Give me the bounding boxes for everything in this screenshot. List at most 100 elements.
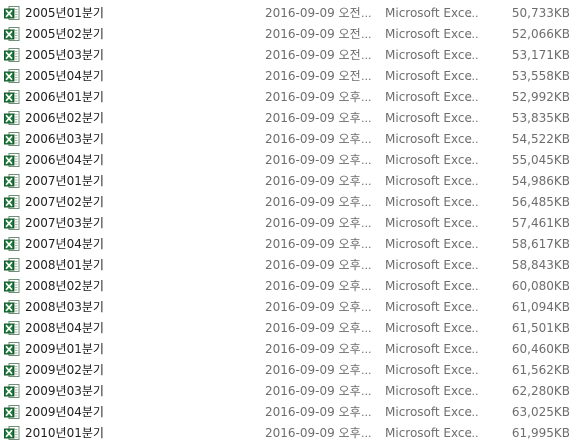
- file-row[interactable]: 2010년01분기 2016-09-09 오후 ... Microsoft Ex…: [0, 423, 574, 444]
- excel-file-icon: [4, 257, 20, 273]
- excel-file-icon: [4, 26, 20, 42]
- excel-file-icon: [4, 152, 20, 168]
- file-type: Microsoft Excel: [385, 195, 473, 209]
- file-row[interactable]: 2009년02분기 2016-09-09 오후 ... Microsoft Ex…: [0, 360, 574, 381]
- type-truncation-ellipsis: ...: [468, 217, 479, 230]
- date-truncation-ellipsis: ...: [361, 7, 372, 20]
- type-truncation-ellipsis: ...: [468, 175, 479, 188]
- file-name: 2009년03분기: [25, 384, 104, 398]
- file-row[interactable]: 2009년01분기 2016-09-09 오후 ... Microsoft Ex…: [0, 339, 574, 360]
- file-row[interactable]: 2007년03분기 2016-09-09 오후 ... Microsoft Ex…: [0, 213, 574, 234]
- excel-file-icon: [4, 278, 20, 294]
- file-date-modified: 2016-09-09 오후: [265, 405, 361, 419]
- file-type: Microsoft Excel: [385, 258, 473, 272]
- date-truncation-ellipsis: ...: [361, 112, 372, 125]
- date-truncation-ellipsis: ...: [361, 217, 372, 230]
- file-date-modified: 2016-09-09 오후: [265, 300, 361, 314]
- date-truncation-ellipsis: ...: [361, 70, 372, 83]
- file-row[interactable]: 2006년03분기 2016-09-09 오후 ... Microsoft Ex…: [0, 129, 574, 150]
- file-name: 2005년04분기: [25, 69, 104, 83]
- file-row[interactable]: 2007년04분기 2016-09-09 오후 ... Microsoft Ex…: [0, 234, 574, 255]
- file-date-modified: 2016-09-09 오후: [265, 426, 361, 440]
- file-row[interactable]: 2005년02분기 2016-09-09 오전 ... Microsoft Ex…: [0, 24, 574, 45]
- file-size: 50,733KB: [511, 6, 570, 20]
- date-truncation-ellipsis: ...: [361, 301, 372, 314]
- file-date-modified: 2016-09-09 오후: [265, 237, 361, 251]
- type-truncation-ellipsis: ...: [468, 133, 479, 146]
- file-row[interactable]: 2005년01분기 2016-09-09 오전 ... Microsoft Ex…: [0, 3, 574, 24]
- file-date-modified: 2016-09-09 오후: [265, 195, 361, 209]
- file-date-modified: 2016-09-09 오후: [265, 216, 361, 230]
- file-row[interactable]: 2006년01분기 2016-09-09 오후 ... Microsoft Ex…: [0, 87, 574, 108]
- file-name: 2005년03분기: [25, 48, 104, 62]
- type-truncation-ellipsis: ...: [468, 70, 479, 83]
- date-truncation-ellipsis: ...: [361, 427, 372, 440]
- type-truncation-ellipsis: ...: [468, 28, 479, 41]
- file-type: Microsoft Excel: [385, 27, 473, 41]
- file-row[interactable]: 2008년01분기 2016-09-09 오후 ... Microsoft Ex…: [0, 255, 574, 276]
- file-type: Microsoft Excel: [385, 6, 473, 20]
- file-date-modified: 2016-09-09 오전: [265, 27, 361, 41]
- file-type: Microsoft Excel: [385, 48, 473, 62]
- file-size: 61,995KB: [511, 426, 570, 440]
- excel-file-icon: [4, 341, 20, 357]
- date-truncation-ellipsis: ...: [361, 238, 372, 251]
- file-size: 56,485KB: [511, 195, 570, 209]
- excel-file-icon: [4, 110, 20, 126]
- file-name: 2005년01분기: [25, 6, 104, 20]
- date-truncation-ellipsis: ...: [361, 322, 372, 335]
- file-size: 61,501KB: [511, 321, 570, 335]
- date-truncation-ellipsis: ...: [361, 196, 372, 209]
- file-name: 2008년01분기: [25, 258, 104, 272]
- file-type: Microsoft Excel: [385, 111, 473, 125]
- file-row[interactable]: 2008년03분기 2016-09-09 오후 ... Microsoft Ex…: [0, 297, 574, 318]
- file-size: 58,617KB: [511, 237, 570, 251]
- file-row[interactable]: 2005년04분기 2016-09-09 오전 ... Microsoft Ex…: [0, 66, 574, 87]
- file-name: 2006년03분기: [25, 132, 104, 146]
- type-truncation-ellipsis: ...: [468, 238, 479, 251]
- date-truncation-ellipsis: ...: [361, 49, 372, 62]
- file-row[interactable]: 2008년02분기 2016-09-09 오후 ... Microsoft Ex…: [0, 276, 574, 297]
- file-size: 61,562KB: [511, 363, 570, 377]
- file-date-modified: 2016-09-09 오전: [265, 48, 361, 62]
- file-name: 2007년01분기: [25, 174, 104, 188]
- file-name: 2006년04분기: [25, 153, 104, 167]
- type-truncation-ellipsis: ...: [468, 385, 479, 398]
- excel-file-icon: [4, 68, 20, 84]
- file-row[interactable]: 2007년02분기 2016-09-09 오후 ... Microsoft Ex…: [0, 192, 574, 213]
- file-row[interactable]: 2008년04분기 2016-09-09 오후 ... Microsoft Ex…: [0, 318, 574, 339]
- type-truncation-ellipsis: ...: [468, 301, 479, 314]
- file-name: 2008년04분기: [25, 321, 104, 335]
- file-size: 60,460KB: [511, 342, 570, 356]
- excel-file-icon: [4, 5, 20, 21]
- file-name: 2006년02분기: [25, 111, 104, 125]
- excel-file-icon: [4, 173, 20, 189]
- file-row[interactable]: 2006년04분기 2016-09-09 오후 ... Microsoft Ex…: [0, 150, 574, 171]
- file-size: 60,080KB: [511, 279, 570, 293]
- file-row[interactable]: 2009년04분기 2016-09-09 오후 ... Microsoft Ex…: [0, 402, 574, 423]
- file-row[interactable]: 2009년03분기 2016-09-09 오후 ... Microsoft Ex…: [0, 381, 574, 402]
- type-truncation-ellipsis: ...: [468, 322, 479, 335]
- file-name: 2007년03분기: [25, 216, 104, 230]
- file-row[interactable]: 2005년03분기 2016-09-09 오전 ... Microsoft Ex…: [0, 45, 574, 66]
- file-row[interactable]: 2006년02분기 2016-09-09 오후 ... Microsoft Ex…: [0, 108, 574, 129]
- file-name: 2009년04분기: [25, 405, 104, 419]
- file-row[interactable]: 2007년01분기 2016-09-09 오후 ... Microsoft Ex…: [0, 171, 574, 192]
- file-date-modified: 2016-09-09 오전: [265, 6, 361, 20]
- file-name: 2008년02분기: [25, 279, 104, 293]
- file-date-modified: 2016-09-09 오후: [265, 342, 361, 356]
- file-size: 54,522KB: [511, 132, 570, 146]
- file-name: 2007년02분기: [25, 195, 104, 209]
- excel-file-icon: [4, 320, 20, 336]
- file-name: 2007년04분기: [25, 237, 104, 251]
- date-truncation-ellipsis: ...: [361, 385, 372, 398]
- file-size: 52,992KB: [511, 90, 570, 104]
- file-name: 2005년02분기: [25, 27, 104, 41]
- file-type: Microsoft Excel: [385, 237, 473, 251]
- file-type: Microsoft Excel: [385, 321, 473, 335]
- type-truncation-ellipsis: ...: [468, 343, 479, 356]
- file-date-modified: 2016-09-09 오후: [265, 384, 361, 398]
- file-date-modified: 2016-09-09 오후: [265, 174, 361, 188]
- date-truncation-ellipsis: ...: [361, 154, 372, 167]
- excel-file-icon: [4, 131, 20, 147]
